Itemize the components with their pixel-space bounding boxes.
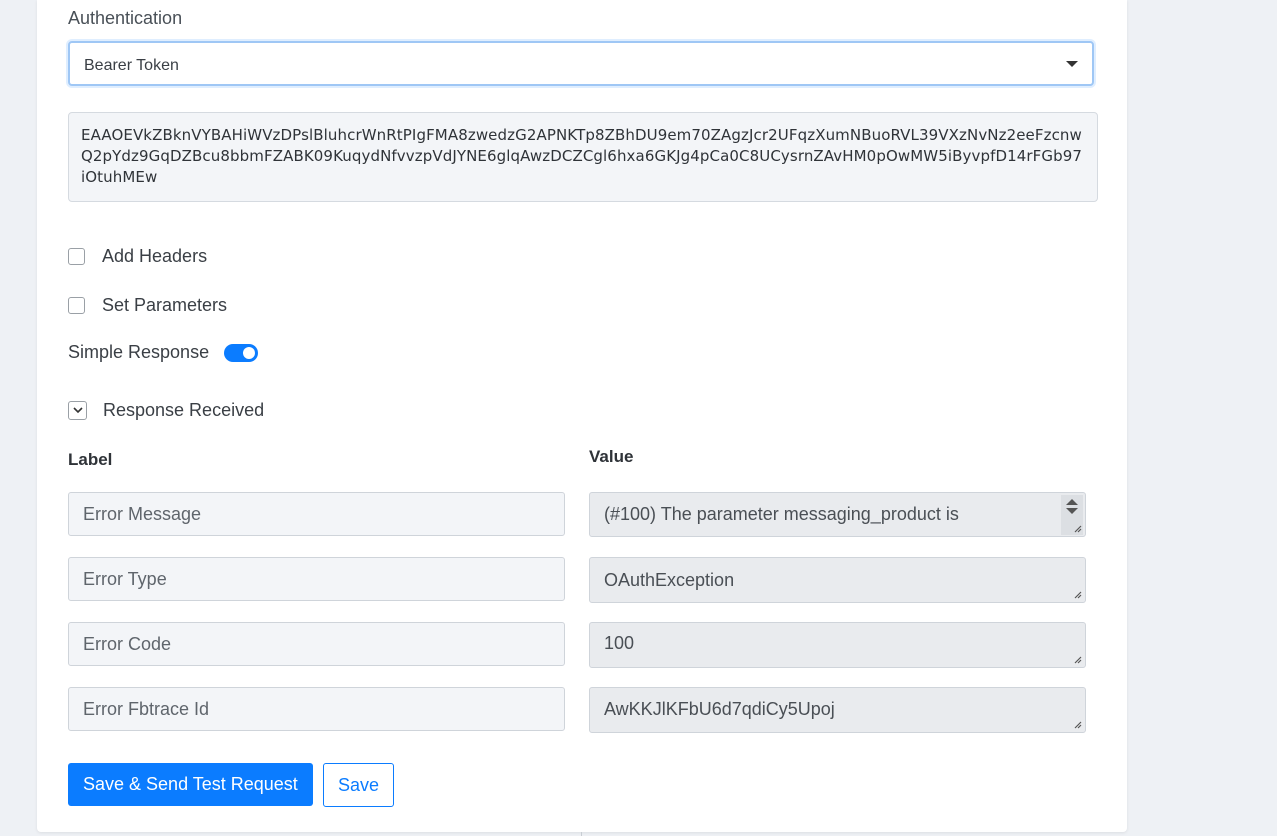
authentication-label: Authentication (68, 8, 183, 28)
row-value-field[interactable]: (#100) The parameter messaging_product i… (589, 492, 1086, 537)
value-column-header: Value (589, 447, 634, 466)
resize-handle-icon[interactable] (1072, 719, 1082, 729)
row-value-field[interactable]: OAuthException (589, 557, 1086, 603)
toggle-knob (243, 346, 256, 359)
row-label-field[interactable]: Error Message (68, 492, 565, 536)
response-received-label: Response Received (103, 400, 265, 420)
row-label-field[interactable]: Error Code (68, 622, 565, 666)
simple-response-toggle[interactable] (224, 343, 259, 362)
row-value-text: AwKKJlKFbU6d7qdiCy5Upoj (604, 699, 835, 719)
row-label-field[interactable]: Error Fbtrace Id (68, 687, 565, 731)
response-received-toggle[interactable]: Response Received (68, 400, 264, 421)
row-value-text: (#100) The parameter messaging_product i… (604, 504, 959, 524)
resize-handle-icon[interactable] (1072, 654, 1082, 664)
set-parameters-checkbox[interactable] (68, 296, 85, 314)
bearer-token-field[interactable]: EAAOEVkZBknVYBAHiWVzDPslBluhcrWnRtPIgFMA… (68, 112, 1098, 202)
simple-response-label: Simple Response (68, 342, 210, 362)
row-value-field[interactable]: AwKKJlKFbU6d7qdiCy5Upoj (589, 687, 1086, 733)
add-headers-option[interactable]: Add Headers (68, 244, 207, 268)
form-card: Authentication Bearer Token EAAOEVkZBknV… (37, 0, 1127, 832)
arrow-up-icon[interactable] (1066, 499, 1078, 505)
simple-response-option: Simple Response (68, 342, 259, 363)
authentication-select[interactable]: Bearer Token (68, 41, 1094, 86)
chevron-down-icon (1066, 61, 1078, 67)
add-headers-label: Add Headers (102, 245, 208, 266)
set-parameters-option[interactable]: Set Parameters (68, 293, 227, 317)
row-label-field[interactable]: Error Type (68, 557, 565, 601)
resize-handle-icon[interactable] (1072, 523, 1082, 533)
row-value-text: OAuthException (604, 569, 735, 590)
arrow-down-icon[interactable] (1066, 508, 1078, 514)
save-send-test-request-button[interactable]: Save & Send Test Request (68, 763, 313, 806)
divider (581, 832, 582, 836)
row-value-text: 100 (604, 633, 635, 653)
add-headers-checkbox[interactable] (68, 247, 85, 265)
resize-handle-icon[interactable] (1072, 589, 1082, 599)
label-column-header: Label (68, 450, 113, 469)
set-parameters-label: Set Parameters (102, 294, 228, 315)
row-value-field[interactable]: 100 (589, 622, 1086, 668)
save-button[interactable]: Save (323, 763, 395, 807)
chevron-down-icon[interactable] (68, 401, 87, 420)
authentication-select-value: Bearer Token (84, 57, 179, 74)
